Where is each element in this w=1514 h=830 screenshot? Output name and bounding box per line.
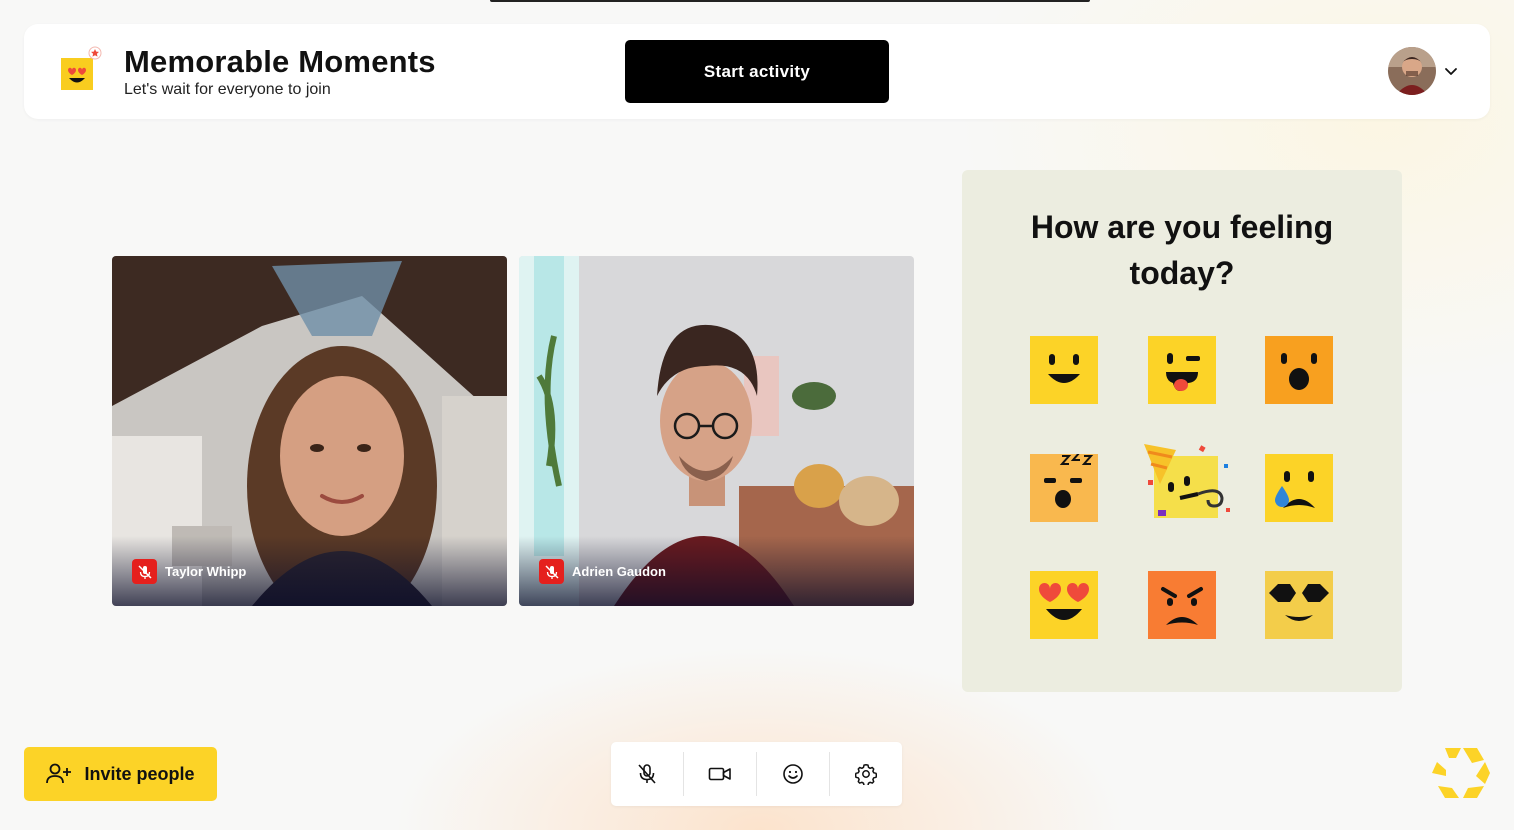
participant-name-tag: Adrien Gaudon — [539, 559, 666, 584]
video-tile-participant-2[interactable]: Adrien Gaudon — [519, 256, 914, 606]
mic-muted-icon — [539, 559, 564, 584]
page-title: Memorable Moments — [124, 44, 436, 79]
profile-menu[interactable] — [1388, 46, 1464, 96]
video-camera-icon — [708, 767, 731, 781]
app-logo-icon — [61, 46, 102, 90]
sleepy-emoji-icon[interactable] — [1030, 454, 1098, 522]
add-user-icon — [46, 763, 72, 784]
reactions-button[interactable] — [756, 752, 829, 796]
participant-name: Taylor Whipp — [165, 564, 247, 579]
start-activity-button[interactable]: Start activity — [625, 40, 889, 103]
sad-tear-emoji-icon[interactable] — [1265, 454, 1333, 522]
heart-eyes-emoji-icon[interactable] — [1030, 571, 1098, 639]
mic-off-icon — [638, 764, 656, 784]
settings-gear-icon — [855, 764, 877, 785]
mute-mic-button[interactable] — [611, 742, 683, 806]
participant-name: Adrien Gaudon — [572, 564, 666, 579]
avatar[interactable] — [1388, 47, 1436, 95]
chevron-down-icon[interactable] — [1444, 64, 1458, 78]
settings-button[interactable] — [829, 752, 902, 796]
window-top-strip — [490, 0, 1090, 2]
page-subtitle: Let's wait for everyone to join — [124, 81, 331, 98]
emoji-icon — [783, 764, 803, 784]
video-tile-participant-1[interactable]: Taylor Whipp — [112, 256, 507, 606]
mic-muted-icon — [132, 559, 157, 584]
angry-emoji-icon[interactable] — [1148, 571, 1216, 639]
surprised-emoji-icon[interactable] — [1265, 336, 1333, 404]
happy-emoji-icon[interactable] — [1030, 336, 1098, 404]
invite-people-button[interactable]: Invite people — [24, 747, 217, 801]
call-controls-bar — [611, 742, 902, 806]
invite-button-label: Invite people — [84, 763, 195, 784]
cool-sunglasses-emoji-icon[interactable] — [1265, 571, 1333, 639]
app-header: Memorable Moments Let's wait for everyon… — [24, 24, 1490, 119]
toggle-camera-button[interactable] — [683, 752, 756, 796]
tongue-wink-emoji-icon[interactable] — [1148, 336, 1216, 404]
feeling-panel: How are you feeling today? — [962, 170, 1402, 692]
participant-name-tag: Taylor Whipp — [132, 559, 246, 584]
party-emoji-icon[interactable] — [1140, 434, 1232, 526]
brand-logo-icon — [1432, 748, 1490, 798]
feeling-question: How are you feeling today? — [1030, 209, 1334, 291]
